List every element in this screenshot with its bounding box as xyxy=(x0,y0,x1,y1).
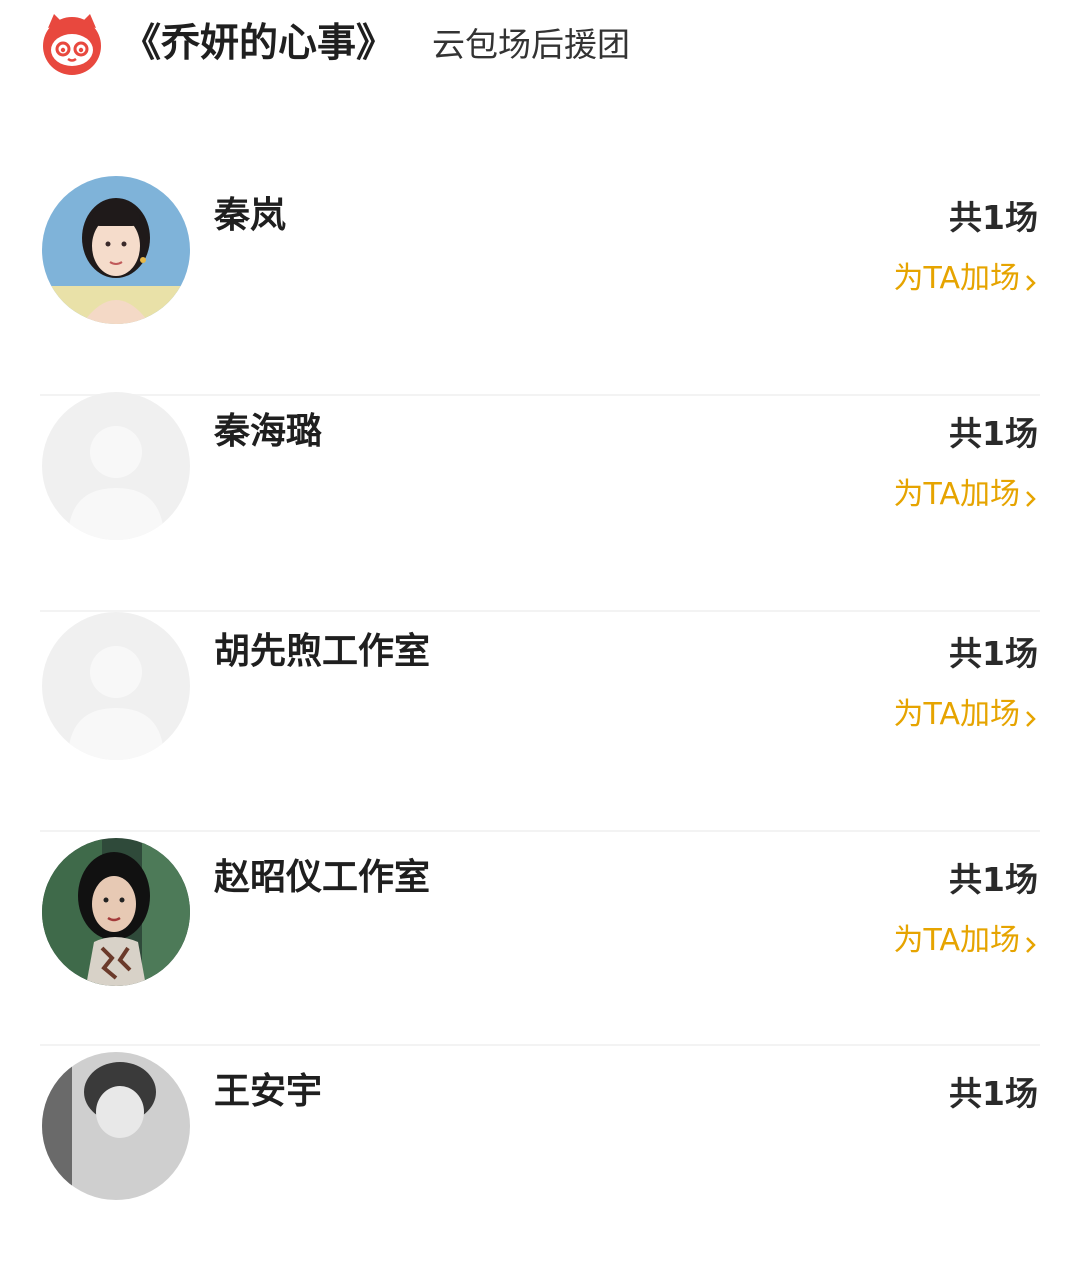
page-title: 《乔妍的心事》 xyxy=(122,21,396,66)
avatar[interactable] xyxy=(42,838,190,986)
supporter-name: 胡先煦工作室 xyxy=(214,631,431,672)
list-item: 秦海璐 共1场 为TA加场 xyxy=(0,392,1080,612)
list-item: 王安宇 共1场 xyxy=(0,1052,1080,1272)
supporter-name: 秦岚 xyxy=(214,195,287,236)
list-item: 赵昭仪工作室 共1场 为TA加场 xyxy=(0,838,1080,1058)
divider xyxy=(40,830,1040,832)
session-count: 共1场 xyxy=(949,1074,1038,1113)
session-count: 共1场 xyxy=(949,198,1038,237)
supporter-name: 秦海璐 xyxy=(214,411,323,452)
cat-eye-logo-icon xyxy=(40,12,104,76)
chevron-right-icon xyxy=(1024,703,1038,727)
chevron-right-icon xyxy=(1024,483,1038,507)
page-header: 《乔妍的心事》 云包场后援团 xyxy=(40,12,1040,76)
supporter-name: 赵昭仪工作室 xyxy=(214,857,431,898)
add-session-label: 为TA加场 xyxy=(893,923,1020,958)
avatar[interactable] xyxy=(42,1052,190,1200)
add-session-label: 为TA加场 xyxy=(893,697,1020,732)
default-avatar[interactable] xyxy=(42,392,190,540)
supporter-name: 王安宇 xyxy=(214,1071,323,1112)
session-count: 共1场 xyxy=(949,414,1038,453)
session-count: 共1场 xyxy=(949,860,1038,899)
session-count: 共1场 xyxy=(949,634,1038,673)
add-session-link[interactable]: 为TA加场 xyxy=(893,476,1038,514)
chevron-right-icon xyxy=(1024,267,1038,291)
page-subtitle: 云包场后援团 xyxy=(432,25,630,64)
add-session-link[interactable]: 为TA加场 xyxy=(893,696,1038,734)
add-session-label: 为TA加场 xyxy=(893,261,1020,296)
default-avatar[interactable] xyxy=(42,612,190,760)
add-session-link[interactable]: 为TA加场 xyxy=(893,922,1038,960)
add-session-label: 为TA加场 xyxy=(893,477,1020,512)
list-item: 胡先煦工作室 共1场 为TA加场 xyxy=(0,612,1080,832)
avatar[interactable] xyxy=(42,176,190,324)
divider xyxy=(40,1044,1040,1046)
list-item: 秦岚 共1场 为TA加场 xyxy=(0,176,1080,396)
add-session-link[interactable]: 为TA加场 xyxy=(893,260,1038,298)
chevron-right-icon xyxy=(1024,929,1038,953)
